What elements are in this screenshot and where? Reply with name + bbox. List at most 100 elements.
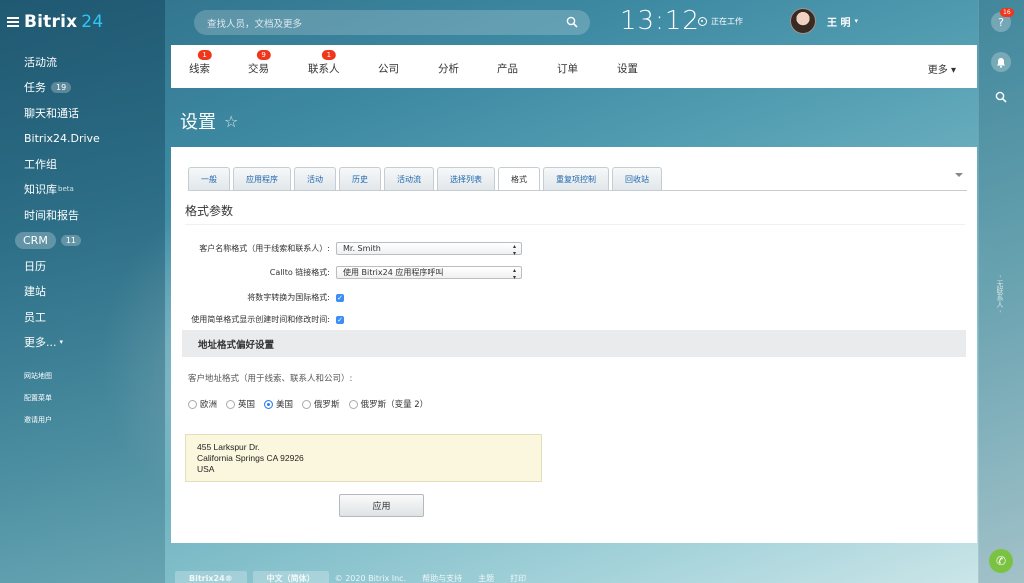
simple-time-checkbox[interactable]: ✓ <box>336 315 344 324</box>
chevron-down-icon: ▾ <box>854 17 858 25</box>
logo-row: Bitrix 24 <box>7 12 103 32</box>
work-status-label: 正在工作 <box>711 17 743 26</box>
invite-users-link[interactable]: 邀请用户 <box>24 415 52 437</box>
menu-item-products[interactable]: 产品 <box>497 61 518 76</box>
user-menu[interactable]: 王 明 ▾ <box>790 8 858 34</box>
radio-us[interactable]: 美国 <box>264 398 293 410</box>
search-icon[interactable] <box>566 16 578 28</box>
address-line: USA <box>197 464 215 474</box>
star-icon[interactable]: ☆ <box>224 112 238 131</box>
sitemap-link[interactable]: 网站地图 <box>24 371 52 393</box>
address-preview: 455 Larkspur Dr. California Springs CA 9… <box>185 434 542 482</box>
apply-button[interactable]: 应用 <box>339 494 424 517</box>
left-sidebar: Bitrix 24 活动流 任务 19 聊天和通话 Bitrix24.Drive 工… <box>0 0 165 583</box>
clock: 13:12 <box>620 6 700 36</box>
sidebar-item-drive[interactable]: Bitrix24.Drive <box>24 126 100 152</box>
simple-time-row: 使用简单格式显示创建时间和修改时间: ✓ <box>185 314 344 325</box>
footer-link-theme[interactable]: 主题 <box>478 573 494 583</box>
leads-badge: 1 <box>197 50 212 60</box>
name-format-row: 客户名称格式（用于线索和联系人）: Mr. Smith <box>185 242 522 257</box>
sidebar-item-tasks[interactable]: 任务 19 <box>24 75 100 101</box>
address-format-radios: 欧洲 英国 美国 俄罗斯 俄罗斯（变量 2） <box>188 398 437 410</box>
tab-lists[interactable]: 选择列表 <box>437 167 495 190</box>
sidebar-item-feed[interactable]: 活动流 <box>24 49 100 75</box>
language-button[interactable]: 中文（简体） <box>252 571 329 583</box>
menu-more-button[interactable]: 更多 ▾ <box>928 61 956 76</box>
menu-item-contacts[interactable]: 联系人 1 <box>308 50 340 76</box>
page-title: 设置 ☆ <box>180 108 238 134</box>
radio-russia[interactable]: 俄罗斯 <box>302 398 340 410</box>
footer-link-print[interactable]: 打印 <box>510 573 526 583</box>
section-divider <box>185 224 965 225</box>
configure-menu-link[interactable]: 配置菜单 <box>24 393 52 415</box>
contacts-empty-label: - 无联系人 - <box>996 275 1004 313</box>
name-format-label: 客户名称格式（用于线索和联系人）: <box>199 244 330 253</box>
tab-duplicates[interactable]: 重复项控制 <box>543 167 609 190</box>
address-format-label: 客户地址格式（用于线索、联系人和公司）: <box>188 374 353 384</box>
menu-item-orders[interactable]: 订单 <box>557 61 578 76</box>
bell-icon[interactable] <box>991 52 1011 72</box>
tab-recycle-bin[interactable]: 回收站 <box>612 167 662 190</box>
tab-apps[interactable]: 应用程序 <box>233 167 291 190</box>
footer-link-help[interactable]: 帮助与支持 <box>422 573 462 583</box>
menu-item-deals[interactable]: 交易 9 <box>248 50 271 76</box>
sidebar-item-calendar[interactable]: 日历 <box>24 253 100 279</box>
menu-item-analytics[interactable]: 分析 <box>438 61 459 76</box>
avatar[interactable] <box>790 8 816 34</box>
callto-label: Callto 链接格式: <box>269 268 330 277</box>
callto-row: Callto 链接格式: 使用 Bitrix24 应用程序呼叫 <box>185 266 522 281</box>
address-section-header: 地址格式偏好设置 <box>182 330 966 357</box>
intl-format-label: 将数字转换为国际格式: <box>247 293 330 302</box>
settings-tabs: 一般 应用程序 活动 历史 活动流 选择列表 格式 重复项控制 回收站 <box>188 167 665 191</box>
deals-badge: 9 <box>256 50 271 60</box>
section-title: 格式参数 <box>185 204 234 218</box>
work-status-icon <box>698 17 707 26</box>
tabs-divider <box>188 190 967 191</box>
user-name: 王 明 <box>827 17 851 29</box>
right-rail: ? 16 - 无联系人 - ✆ <box>978 0 1024 583</box>
sidebar-item-knowledge[interactable]: 知识库 beta <box>24 177 100 203</box>
beta-tag: beta <box>58 185 74 194</box>
search-icon[interactable] <box>991 87 1011 107</box>
callto-select[interactable]: 使用 Bitrix24 应用程序呼叫 <box>336 266 522 281</box>
tab-general[interactable]: 一般 <box>188 167 230 190</box>
address-line: 455 Larkspur Dr. <box>197 442 260 452</box>
tasks-count-badge: 19 <box>51 81 72 93</box>
sidebar-item-workgroups[interactable]: 工作组 <box>24 151 100 177</box>
logo[interactable]: Bitrix 24 <box>24 12 103 32</box>
menu-icon[interactable] <box>7 15 19 29</box>
sidebar-item-employees[interactable]: 员工 <box>24 304 100 330</box>
radio-uk[interactable]: 英国 <box>226 398 255 410</box>
intl-format-checkbox[interactable]: ✓ <box>336 293 344 302</box>
name-format-select[interactable]: Mr. Smith <box>336 242 522 257</box>
radio-europe[interactable]: 欧洲 <box>188 398 217 410</box>
work-status[interactable]: 正在工作 <box>698 16 743 27</box>
tab-format[interactable]: 格式 <box>498 167 540 191</box>
menu-item-companies[interactable]: 公司 <box>378 61 399 76</box>
tab-history[interactable]: 历史 <box>339 167 381 190</box>
tab-activities[interactable]: 活动 <box>294 167 336 190</box>
chevron-down-icon: ▾ <box>59 338 64 347</box>
sidebar-item-sites[interactable]: 建站 <box>24 279 100 305</box>
contacts-badge: 1 <box>321 50 337 60</box>
sidebar-item-crm[interactable]: CRM 11 <box>15 228 100 254</box>
sidebar-item-chat[interactable]: 聊天和通话 <box>24 100 100 126</box>
settings-panel: 一般 应用程序 活动 历史 活动流 选择列表 格式 重复项控制 回收站 格式参数… <box>171 147 977 543</box>
chevron-down-icon[interactable] <box>955 173 963 177</box>
sidebar-item-time[interactable]: 时间和报告 <box>24 202 100 228</box>
footer: Bitrix24® 中文（简体） © 2020 Bitrix Inc. 帮助与支… <box>175 571 542 583</box>
sidebar-item-more[interactable]: 更多... ▾ <box>24 330 100 356</box>
phone-icon[interactable]: ✆ <box>989 549 1013 573</box>
tab-livefeed[interactable]: 活动流 <box>384 167 434 190</box>
address-line: California Springs CA 92926 <box>197 453 304 463</box>
footer-brand-button[interactable]: Bitrix24® <box>175 571 247 583</box>
menu-item-leads[interactable]: 线索 1 <box>189 50 212 76</box>
help-badge: 16 <box>1000 8 1014 17</box>
page-title-text: 设置 <box>180 112 216 133</box>
crm-top-menu: 线索 1 交易 9 联系人 1 公司 分析 产品 订单 设置 更多 ▾ <box>171 45 977 88</box>
intl-format-row: 将数字转换为国际格式: ✓ <box>185 292 344 303</box>
menu-item-settings[interactable]: 设置 <box>617 61 638 76</box>
search-input[interactable]: 查找人员，文档及更多 <box>194 10 590 35</box>
sidebar-small-links: 网站地图 配置菜单 邀请用户 <box>24 371 52 437</box>
radio-russia-2[interactable]: 俄罗斯（变量 2） <box>348 398 428 410</box>
